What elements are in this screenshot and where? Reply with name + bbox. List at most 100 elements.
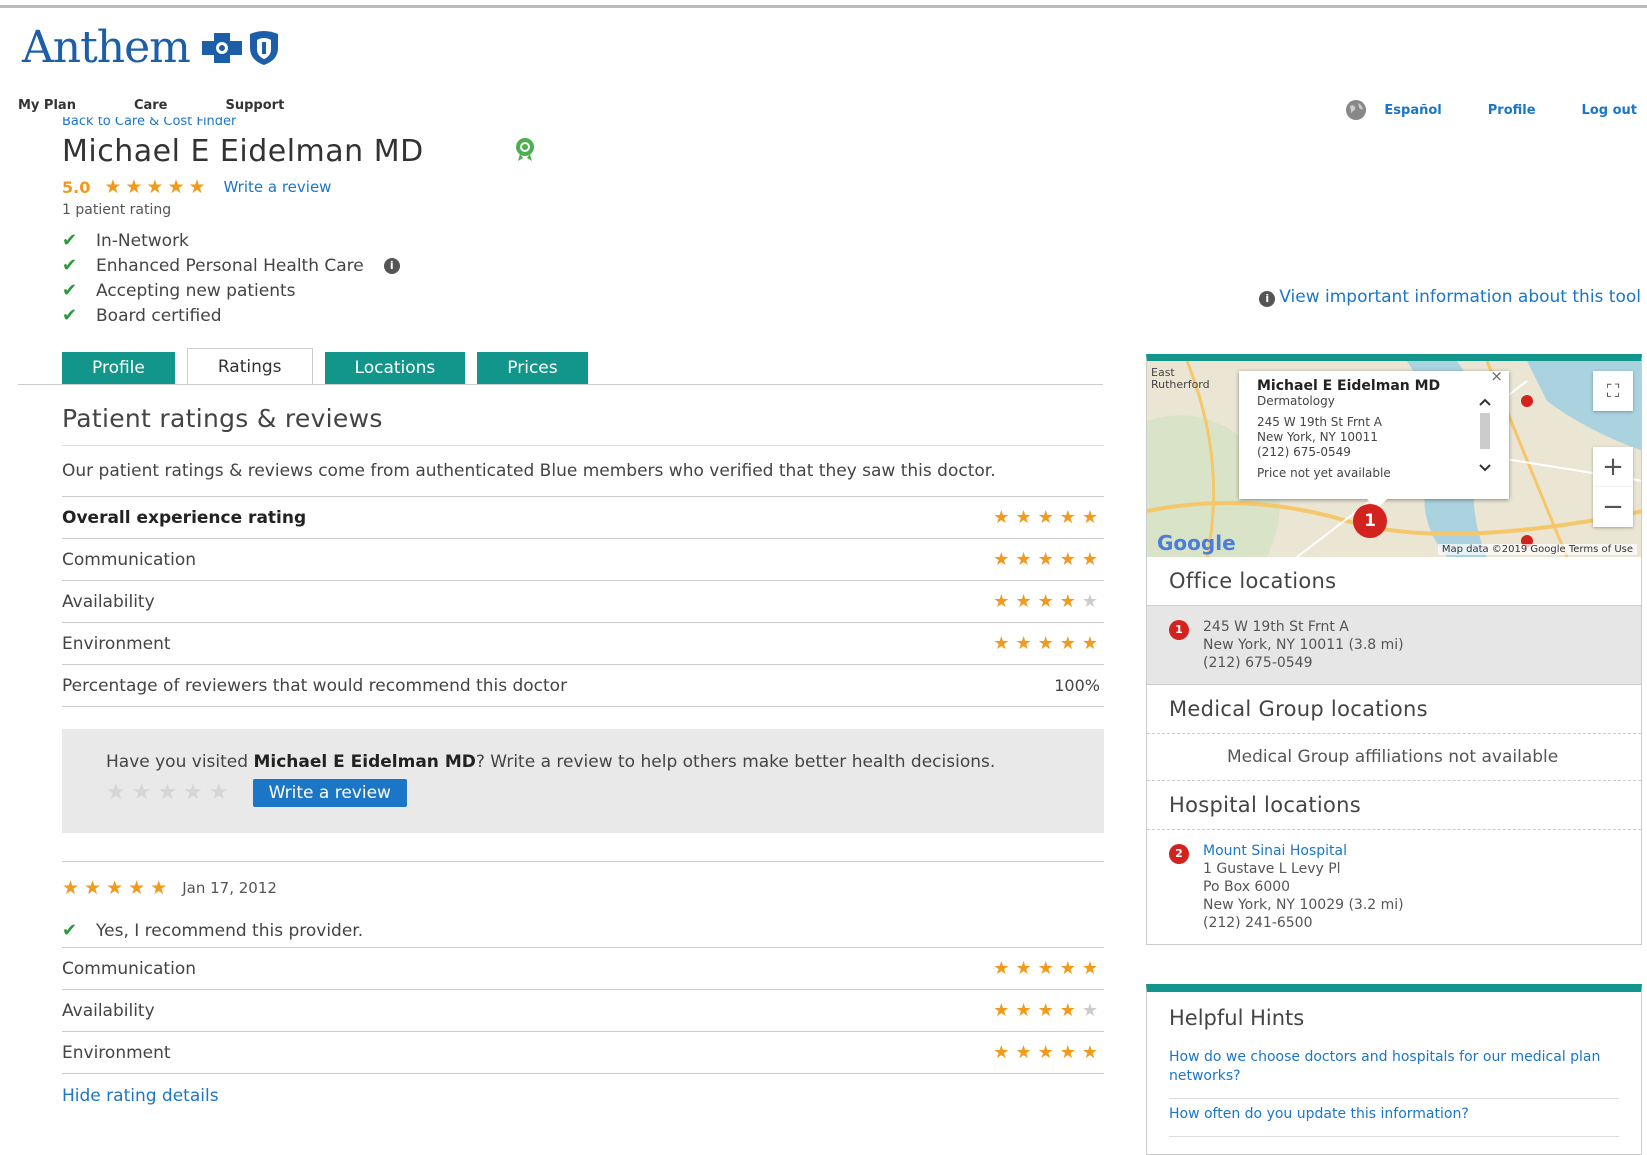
feature-item: ✔ Board certified [62,305,222,326]
ratings-intro: Our patient ratings & reviews come from … [62,446,1104,497]
award-badge-icon [512,136,538,166]
map-pin-icon: 1 [1169,620,1189,640]
top-border [0,0,1647,8]
rating-row-communication: Communication ★★★★★ [62,539,1104,581]
review-row-communication: Communication ★★★★★ [62,948,1104,990]
hide-rating-details-link[interactable]: Hide rating details [62,1086,1104,1106]
location-map[interactable]: East Rutherford × Michael E Eidelman MD … [1147,361,1641,557]
review-date: Jan 17, 2012 [182,879,277,897]
feature-item: ✔ Accepting new patients [62,280,296,301]
nav-support[interactable]: Support [226,98,285,113]
close-icon[interactable]: × [1490,369,1503,384]
profile-tabs: Profile Ratings Locations Prices [62,348,588,384]
office-locations-title: Office locations [1147,557,1641,606]
write-review-link[interactable]: Write a review [224,178,332,196]
star-rating: ★★★★★ [993,591,1104,612]
feature-item: ✔ Enhanced Personal Health Care i [62,253,400,278]
utility-nav: Español Profile Log out [1344,98,1637,122]
review-header: ★★★★★ Jan 17, 2012 [62,862,1104,914]
hint-link[interactable]: How often do you update this information… [1169,1099,1619,1137]
zoom-out-button[interactable]: − [1593,487,1633,527]
map-attribution[interactable]: Map data ©2019 Google Terms of Use [1437,544,1637,555]
star-rating: ★★★★★ [993,633,1104,654]
medical-group-title: Medical Group locations [1147,684,1641,734]
popup-address-2: New York, NY 10011 [1257,430,1378,444]
write-review-button[interactable]: Write a review [252,779,407,807]
write-review-callout: Have you visited Michael E Eidelman MD? … [62,729,1104,833]
view-important-info-link[interactable]: i View important information about this t… [1201,286,1641,308]
review-recommendation: ✔ Yes, I recommend this provider. [62,914,1104,948]
helpful-hints: Helpful Hints How do we choose doctors a… [1146,984,1642,1155]
tab-prices[interactable]: Prices [477,352,588,384]
language-link[interactable]: Español [1384,103,1441,118]
patient-rating-count: 1 patient rating [62,202,172,218]
star-rating: ★★★★★ [993,1042,1104,1063]
tab-locations[interactable]: Locations [324,352,466,384]
section-title: Patient ratings & reviews [62,404,1104,446]
fullscreen-icon[interactable]: ⛶ [1593,371,1633,411]
review-row-environment: Environment ★★★★★ [62,1032,1104,1074]
hospital-location: 2 Mount Sinai Hospital 1 Gustave L Levy … [1147,830,1641,944]
tab-ratings[interactable]: Ratings [186,348,313,384]
google-logo: Google [1157,531,1236,555]
recommend-percentage: 100% [1054,676,1100,695]
profile-link[interactable]: Profile [1488,103,1536,118]
hint-link[interactable]: How do we choose doctors and hospitals f… [1169,1042,1619,1099]
office-location[interactable]: 1 245 W 19th St Frnt A New York, NY 1001… [1147,606,1641,684]
star-rating: ★★★★★ [993,549,1104,570]
map-marker[interactable]: 1 [1353,504,1387,538]
rating-row-availability: Availability ★★★★★ [62,581,1104,623]
tab-profile[interactable]: Profile [62,352,175,384]
star-rating: ★★★★★ [993,958,1104,979]
zoom-in-button[interactable]: + [1593,447,1633,487]
check-icon: ✔ [62,280,78,301]
nav-my-plan[interactable]: My Plan [18,98,76,113]
empty-star-rating-input[interactable]: ★★★★★ [106,782,235,804]
map-label: East Rutherford [1151,366,1210,391]
map-pin-icon: 2 [1169,844,1189,864]
popup-address-1: 245 W 19th St Frnt A [1257,415,1383,429]
check-icon: ✔ [62,920,78,941]
callout-text: Have you visited Michael E Eidelman MD? … [106,752,996,772]
info-icon: i [1259,291,1276,307]
top-nav: My Plan Care Support [18,98,284,113]
check-icon: ✔ [62,230,78,251]
popup-specialty: Dermatology [1257,394,1335,408]
rating-row-overall: Overall experience rating ★★★★★ [62,497,1104,539]
rating-value: 5.0 [62,177,91,197]
hints-title: Helpful Hints [1169,1006,1305,1030]
rating-stars: ★★★★★ [104,176,210,198]
review-row-availability: Availability ★★★★★ [62,990,1104,1032]
hospital-locations-title: Hospital locations [1147,781,1641,830]
popup-price: Price not yet available [1257,466,1391,480]
tab-divider [18,384,1103,385]
feature-item: ✔ In-Network [62,230,189,251]
doctor-rating: 5.0 ★★★★★ Write a review [62,176,331,198]
hospital-name-link[interactable]: Mount Sinai Hospital [1203,842,1404,860]
location-sidebar: East Rutherford × Michael E Eidelman MD … [1146,354,1642,945]
anthem-logo[interactable]: Anthem [22,22,280,73]
back-link[interactable]: Back to Care & Cost Finder [62,117,236,127]
review-stars: ★★★★★ [62,877,173,899]
star-rating: ★★★★★ [993,507,1104,528]
ratings-panel: Patient ratings & reviews Our patient ra… [62,404,1104,1106]
check-icon: ✔ [62,305,78,326]
doctor-name: Michael E Eidelman MD [62,134,424,169]
medical-group-note: Medical Group affiliations not available [1147,734,1641,781]
check-icon: ✔ [62,255,78,276]
popup-name: Michael E Eidelman MD [1257,378,1441,394]
blue-cross-blue-shield-icon [200,30,280,66]
rating-row-environment: Environment ★★★★★ [62,623,1104,665]
info-icon[interactable]: i [383,257,400,274]
popup-phone: (212) 675-0549 [1257,445,1351,459]
popup-scrollbar[interactable] [1477,395,1493,477]
star-rating: ★★★★★ [993,1000,1104,1021]
globe-icon [1344,98,1368,122]
map-card: East Rutherford × Michael E Eidelman MD … [1146,354,1642,945]
doctor-features: ✔ In-Network ✔ Enhanced Personal Health Ca… [62,228,400,328]
recommend-row: Percentage of reviewers that would recom… [62,665,1104,707]
nav-care[interactable]: Care [134,98,168,113]
map-info-popup: × Michael E Eidelman MD Dermatology 245 … [1239,369,1509,509]
logout-link[interactable]: Log out [1582,103,1637,118]
logo-wordmark: Anthem [22,22,191,73]
